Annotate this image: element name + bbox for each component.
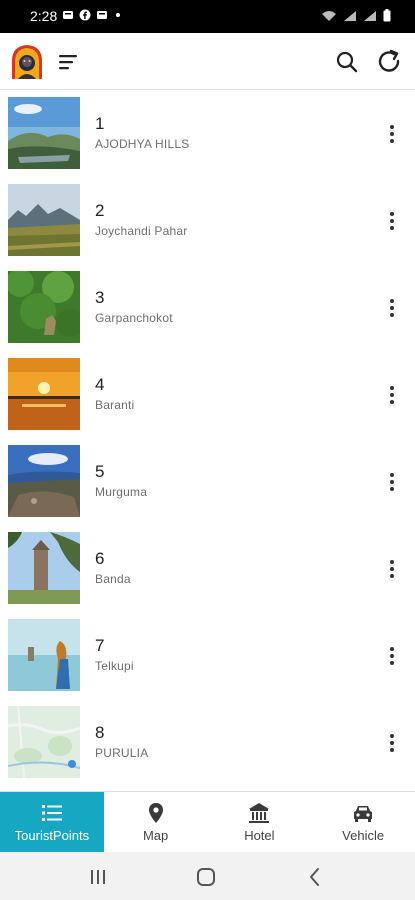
more-options-button[interactable] bbox=[383, 121, 401, 147]
building-icon bbox=[249, 803, 270, 823]
system-navigation-bar bbox=[0, 852, 415, 900]
place-number: 3 bbox=[95, 288, 105, 307]
wifi-icon bbox=[322, 10, 336, 21]
notification-icon bbox=[63, 11, 73, 19]
place-name: Telkupi bbox=[95, 659, 134, 673]
list-item[interactable]: 2 Joychandi Pahar bbox=[0, 178, 415, 265]
more-vert-icon bbox=[390, 560, 394, 564]
more-vert-icon bbox=[390, 734, 394, 738]
list-item[interactable]: 4 Baranti bbox=[0, 352, 415, 439]
search-button[interactable] bbox=[333, 48, 361, 76]
map-pin-icon bbox=[148, 803, 163, 823]
place-number: 4 bbox=[95, 375, 105, 394]
place-name: Murguma bbox=[95, 485, 148, 499]
place-name: Garpanchokot bbox=[95, 311, 173, 325]
more-notifications-dot bbox=[116, 13, 120, 17]
place-number: 5 bbox=[95, 462, 105, 481]
place-thumbnail bbox=[8, 184, 80, 256]
back-icon[interactable] bbox=[304, 866, 326, 888]
more-options-button[interactable] bbox=[383, 643, 401, 669]
signal-icon bbox=[364, 10, 376, 21]
status-right-icons bbox=[321, 9, 391, 22]
place-name: Banda bbox=[95, 572, 131, 586]
tab-vehicle[interactable]: Vehicle bbox=[311, 792, 415, 852]
tab-label: Vehicle bbox=[342, 828, 385, 843]
car-icon bbox=[354, 806, 373, 822]
place-number: 8 bbox=[95, 723, 105, 742]
status-bar: 2:28 bbox=[0, 0, 415, 33]
tab-hotel[interactable]: Hotel bbox=[208, 792, 312, 852]
more-vert-icon bbox=[390, 473, 394, 477]
more-options-button[interactable] bbox=[383, 730, 401, 756]
list-item[interactable]: 3 Garpanchokot bbox=[0, 265, 415, 352]
bottom-navigation: TouristPoints Map Hotel Vehicle bbox=[0, 791, 415, 852]
place-thumbnail bbox=[8, 271, 80, 343]
recent-apps-icon[interactable] bbox=[87, 866, 109, 888]
more-vert-icon bbox=[390, 212, 394, 216]
place-name: PURULIA bbox=[95, 746, 149, 760]
list-icon bbox=[41, 805, 62, 821]
app-logo[interactable] bbox=[8, 43, 46, 81]
list-item[interactable]: 5 Murguma bbox=[0, 439, 415, 526]
facebook-icon bbox=[79, 9, 91, 21]
tourist-points-list: 1 AJODHYA HILLS 2 Joychandi Pahar 3 Garp… bbox=[0, 91, 415, 791]
menu-icon bbox=[59, 55, 77, 70]
status-time: 2:28 bbox=[30, 8, 58, 24]
tab-label: TouristPoints bbox=[14, 828, 90, 843]
tab-tourist-points[interactable]: TouristPoints bbox=[0, 792, 104, 852]
place-thumbnail bbox=[8, 532, 80, 604]
refresh-icon bbox=[378, 49, 400, 72]
refresh-button[interactable] bbox=[374, 47, 404, 77]
place-number: 7 bbox=[95, 636, 105, 655]
signal-icon bbox=[344, 10, 356, 21]
tab-label: Map bbox=[142, 828, 169, 843]
list-item[interactable]: 8 PURULIA bbox=[0, 700, 415, 787]
place-number: 2 bbox=[95, 201, 105, 220]
place-thumbnail bbox=[8, 445, 80, 517]
more-vert-icon bbox=[390, 386, 394, 390]
more-options-button[interactable] bbox=[383, 556, 401, 582]
app-bar bbox=[0, 33, 415, 90]
more-vert-icon bbox=[390, 299, 394, 303]
more-vert-icon bbox=[390, 125, 394, 129]
tab-map[interactable]: Map bbox=[104, 792, 208, 852]
tab-label: Hotel bbox=[244, 828, 275, 843]
notification-icon bbox=[97, 11, 107, 19]
status-left-icons bbox=[62, 9, 120, 21]
more-options-button[interactable] bbox=[383, 295, 401, 321]
place-name: Joychandi Pahar bbox=[95, 224, 188, 238]
battery-icon bbox=[383, 9, 391, 22]
more-options-button[interactable] bbox=[383, 208, 401, 234]
place-number: 1 bbox=[95, 114, 105, 133]
place-thumbnail bbox=[8, 619, 80, 691]
more-options-button[interactable] bbox=[383, 382, 401, 408]
place-thumbnail bbox=[8, 706, 80, 778]
menu-button[interactable] bbox=[56, 49, 82, 75]
list-item[interactable]: 1 AJODHYA HILLS bbox=[0, 91, 415, 178]
place-name: AJODHYA HILLS bbox=[95, 137, 190, 151]
list-item[interactable]: 7 Telkupi bbox=[0, 613, 415, 700]
more-options-button[interactable] bbox=[383, 469, 401, 495]
place-thumbnail bbox=[8, 97, 80, 169]
place-name: Baranti bbox=[95, 398, 135, 412]
place-number: 6 bbox=[95, 549, 105, 568]
place-thumbnail bbox=[8, 358, 80, 430]
home-icon[interactable] bbox=[195, 866, 217, 888]
search-icon bbox=[336, 51, 358, 73]
more-vert-icon bbox=[390, 647, 394, 651]
list-item[interactable]: 6 Banda bbox=[0, 526, 415, 613]
